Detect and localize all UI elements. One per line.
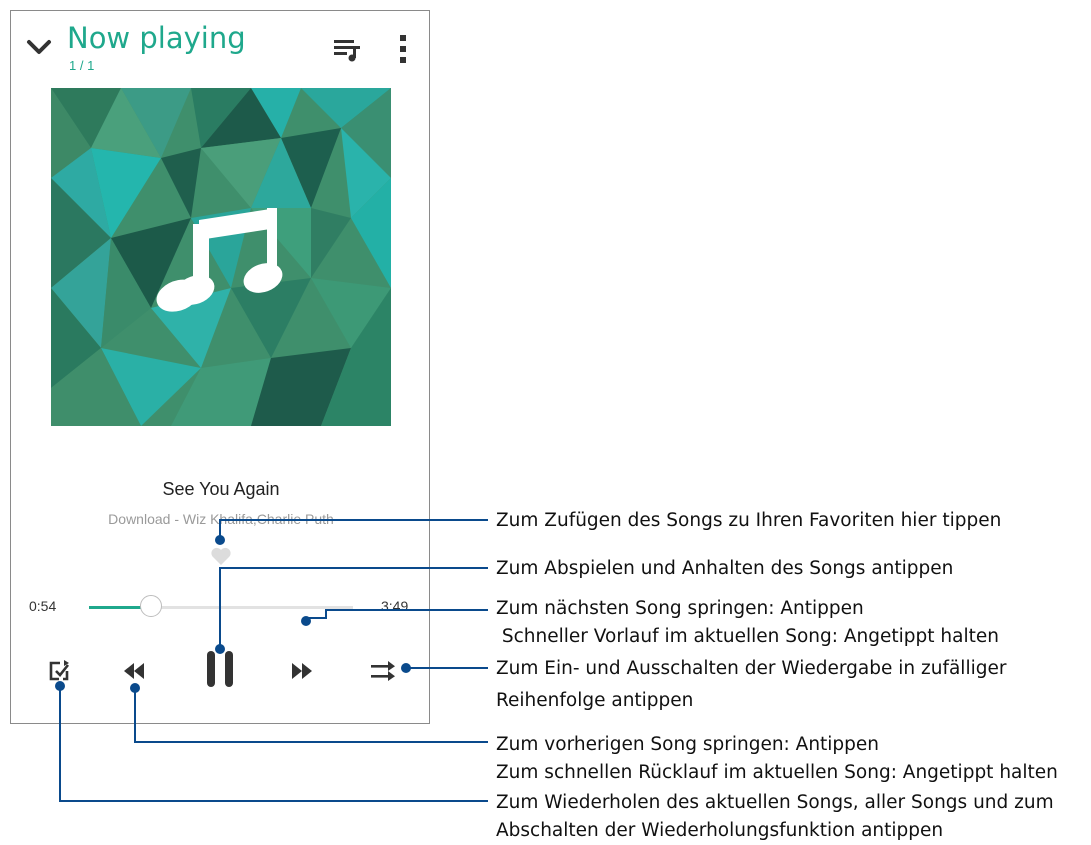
callout-line-play [219,567,488,649]
annotation-prev-line1: Zum vorherigen Song springen: Antippen [496,734,880,755]
callout-line-repeat [59,686,488,802]
callout-lines [55,519,488,802]
callout-dot-favorite [215,535,225,545]
annotation-shuffle-line2: Reihenfolge antippen [496,690,694,711]
callout-dot-next [301,616,311,626]
callout-line-prev [134,688,488,743]
annotation-shuffle-line1: Zum Ein- und Ausschalten der Wiedergabe … [496,658,1007,679]
annotation-prev-line2: Zum schnellen Rücklauf im aktuellen Song… [496,762,1058,783]
annotation-play-pause: Zum Abspielen und Anhalten des Songs ant… [496,558,954,579]
callout-line-next [305,609,488,620]
annotation-repeat-line1: Zum Wiederholen des aktuellen Songs, all… [496,792,1054,813]
callout-dot-shuffle [401,663,411,673]
annotation-repeat-line2: Abschalten der Wiederholungsfunktion ant… [496,820,944,841]
annotation-favorite: Zum Zufügen des Songs zu Ihren Favoriten… [496,510,1002,531]
annotation-next-line1: Zum nächsten Song springen: Antippen [496,598,864,619]
annotation-next-line2: Schneller Vorlauf im aktuellen Song: Ang… [496,626,999,647]
callout-line-favorite [219,519,488,540]
callout-dot-play [215,644,225,654]
callout-dot-prev [130,683,140,693]
callout-dot-repeat [55,681,65,691]
